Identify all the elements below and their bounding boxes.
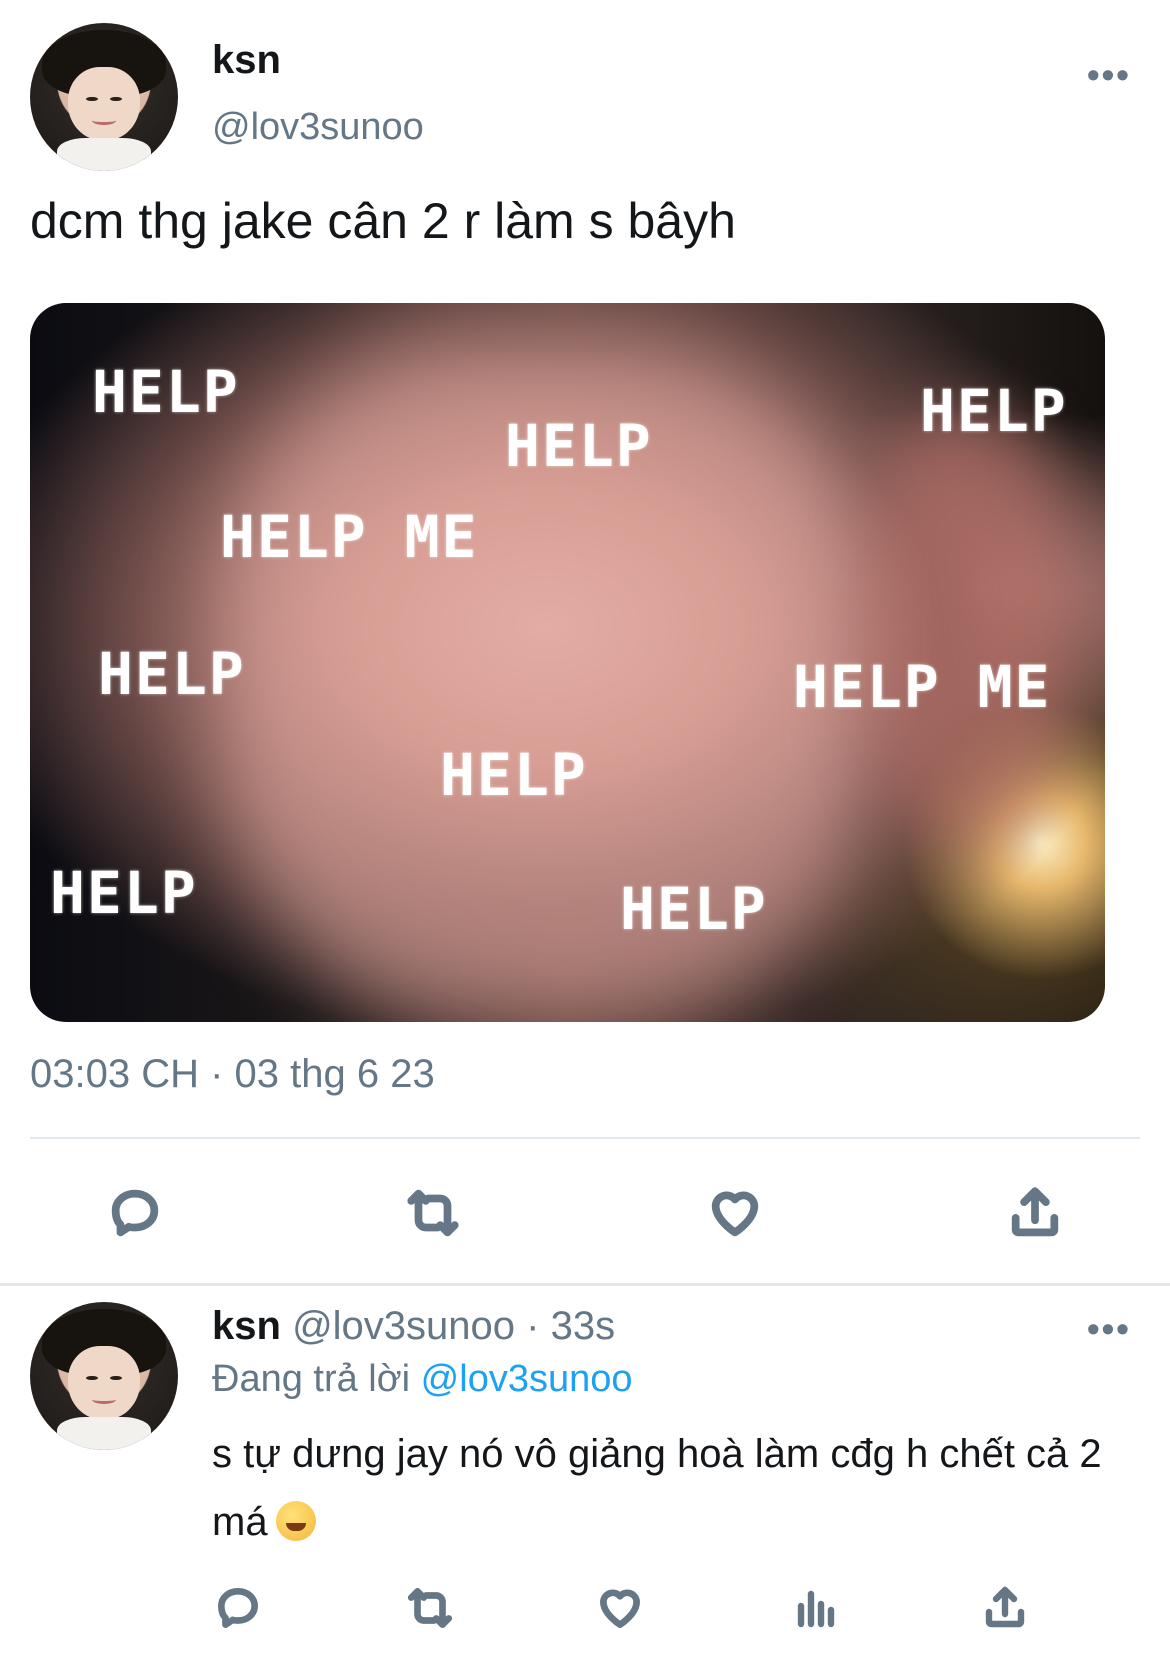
reply-text-content: s tự dưng jay nó vô giảng hoà làm cđg h … [212, 1432, 1102, 1544]
media-blur [868, 410, 1062, 843]
tweet-timestamp[interactable]: 03:03 CH · 03 thg 6 23 [30, 1052, 435, 1097]
share-button[interactable] [975, 1580, 1035, 1636]
retweet-icon [407, 1588, 453, 1628]
retweet-button[interactable] [398, 1180, 468, 1246]
reply-button[interactable] [208, 1580, 268, 1636]
avatar[interactable] [30, 1302, 178, 1450]
media-overlay-text: HELP [505, 412, 653, 480]
author-handle[interactable]: @lov3sunoo [212, 106, 424, 149]
like-button[interactable] [590, 1580, 650, 1636]
media-overlay-text: HELP [440, 741, 588, 809]
more-options-icon[interactable]: ••• [1087, 1308, 1131, 1350]
reply-icon [111, 1189, 159, 1237]
media-overlay-text: HELP ME [793, 653, 1052, 721]
avatar-smile [92, 116, 116, 126]
avatar-face [68, 67, 140, 142]
grinning-face-with-sweat-icon [275, 1501, 316, 1541]
like-icon [711, 1191, 759, 1237]
reply-handle-time[interactable]: @lov3sunoo · 33s [292, 1304, 615, 1348]
share-icon [985, 1586, 1025, 1628]
analytics-icon [797, 1590, 835, 1628]
author-name[interactable]: ksn [212, 38, 281, 83]
more-options-icon[interactable]: ••• [1087, 54, 1131, 96]
avatar-shirt [56, 138, 152, 171]
media-overlay-text: HELP [98, 640, 246, 708]
media-overlay-text: HELP [50, 859, 198, 927]
share-icon [1011, 1187, 1059, 1237]
avatar-shirt [56, 1417, 152, 1450]
retweet-button[interactable] [400, 1580, 460, 1636]
reply-text: s tự dưng jay nó vô giảng hoà làm cđg h … [212, 1420, 1112, 1556]
analytics-button[interactable] [785, 1580, 845, 1636]
avatar[interactable] [30, 23, 178, 171]
replying-to: Đang trả lời @lov3sunoo [212, 1358, 633, 1401]
reply-header: ksn @lov3sunoo · 33s [212, 1304, 615, 1349]
tweet-media-image[interactable]: HELP HELP HELP HELP ME HELP HELP ME HELP… [30, 303, 1105, 1022]
avatar-face [68, 1346, 140, 1421]
media-overlay-text: HELP [620, 875, 768, 943]
reply-icon [218, 1588, 258, 1628]
media-overlay-text: HELP [920, 377, 1068, 445]
avatar-smile [92, 1395, 116, 1405]
retweet-icon [407, 1189, 459, 1237]
like-icon [600, 1589, 640, 1628]
section-divider [0, 1283, 1170, 1286]
replying-label: Đang trả lời [212, 1358, 411, 1400]
tweet-text: dcm thg jake cân 2 r làm s bâyh [30, 193, 736, 249]
reply-author-name[interactable]: ksn [212, 1304, 281, 1348]
like-button[interactable] [700, 1180, 770, 1246]
mention-link[interactable]: @lov3sunoo [421, 1358, 633, 1400]
divider [30, 1137, 1140, 1139]
media-overlay-text: HELP ME [220, 503, 479, 571]
media-overlay-text: HELP [92, 358, 240, 426]
share-button[interactable] [1000, 1180, 1070, 1246]
reply-button[interactable] [100, 1180, 170, 1246]
